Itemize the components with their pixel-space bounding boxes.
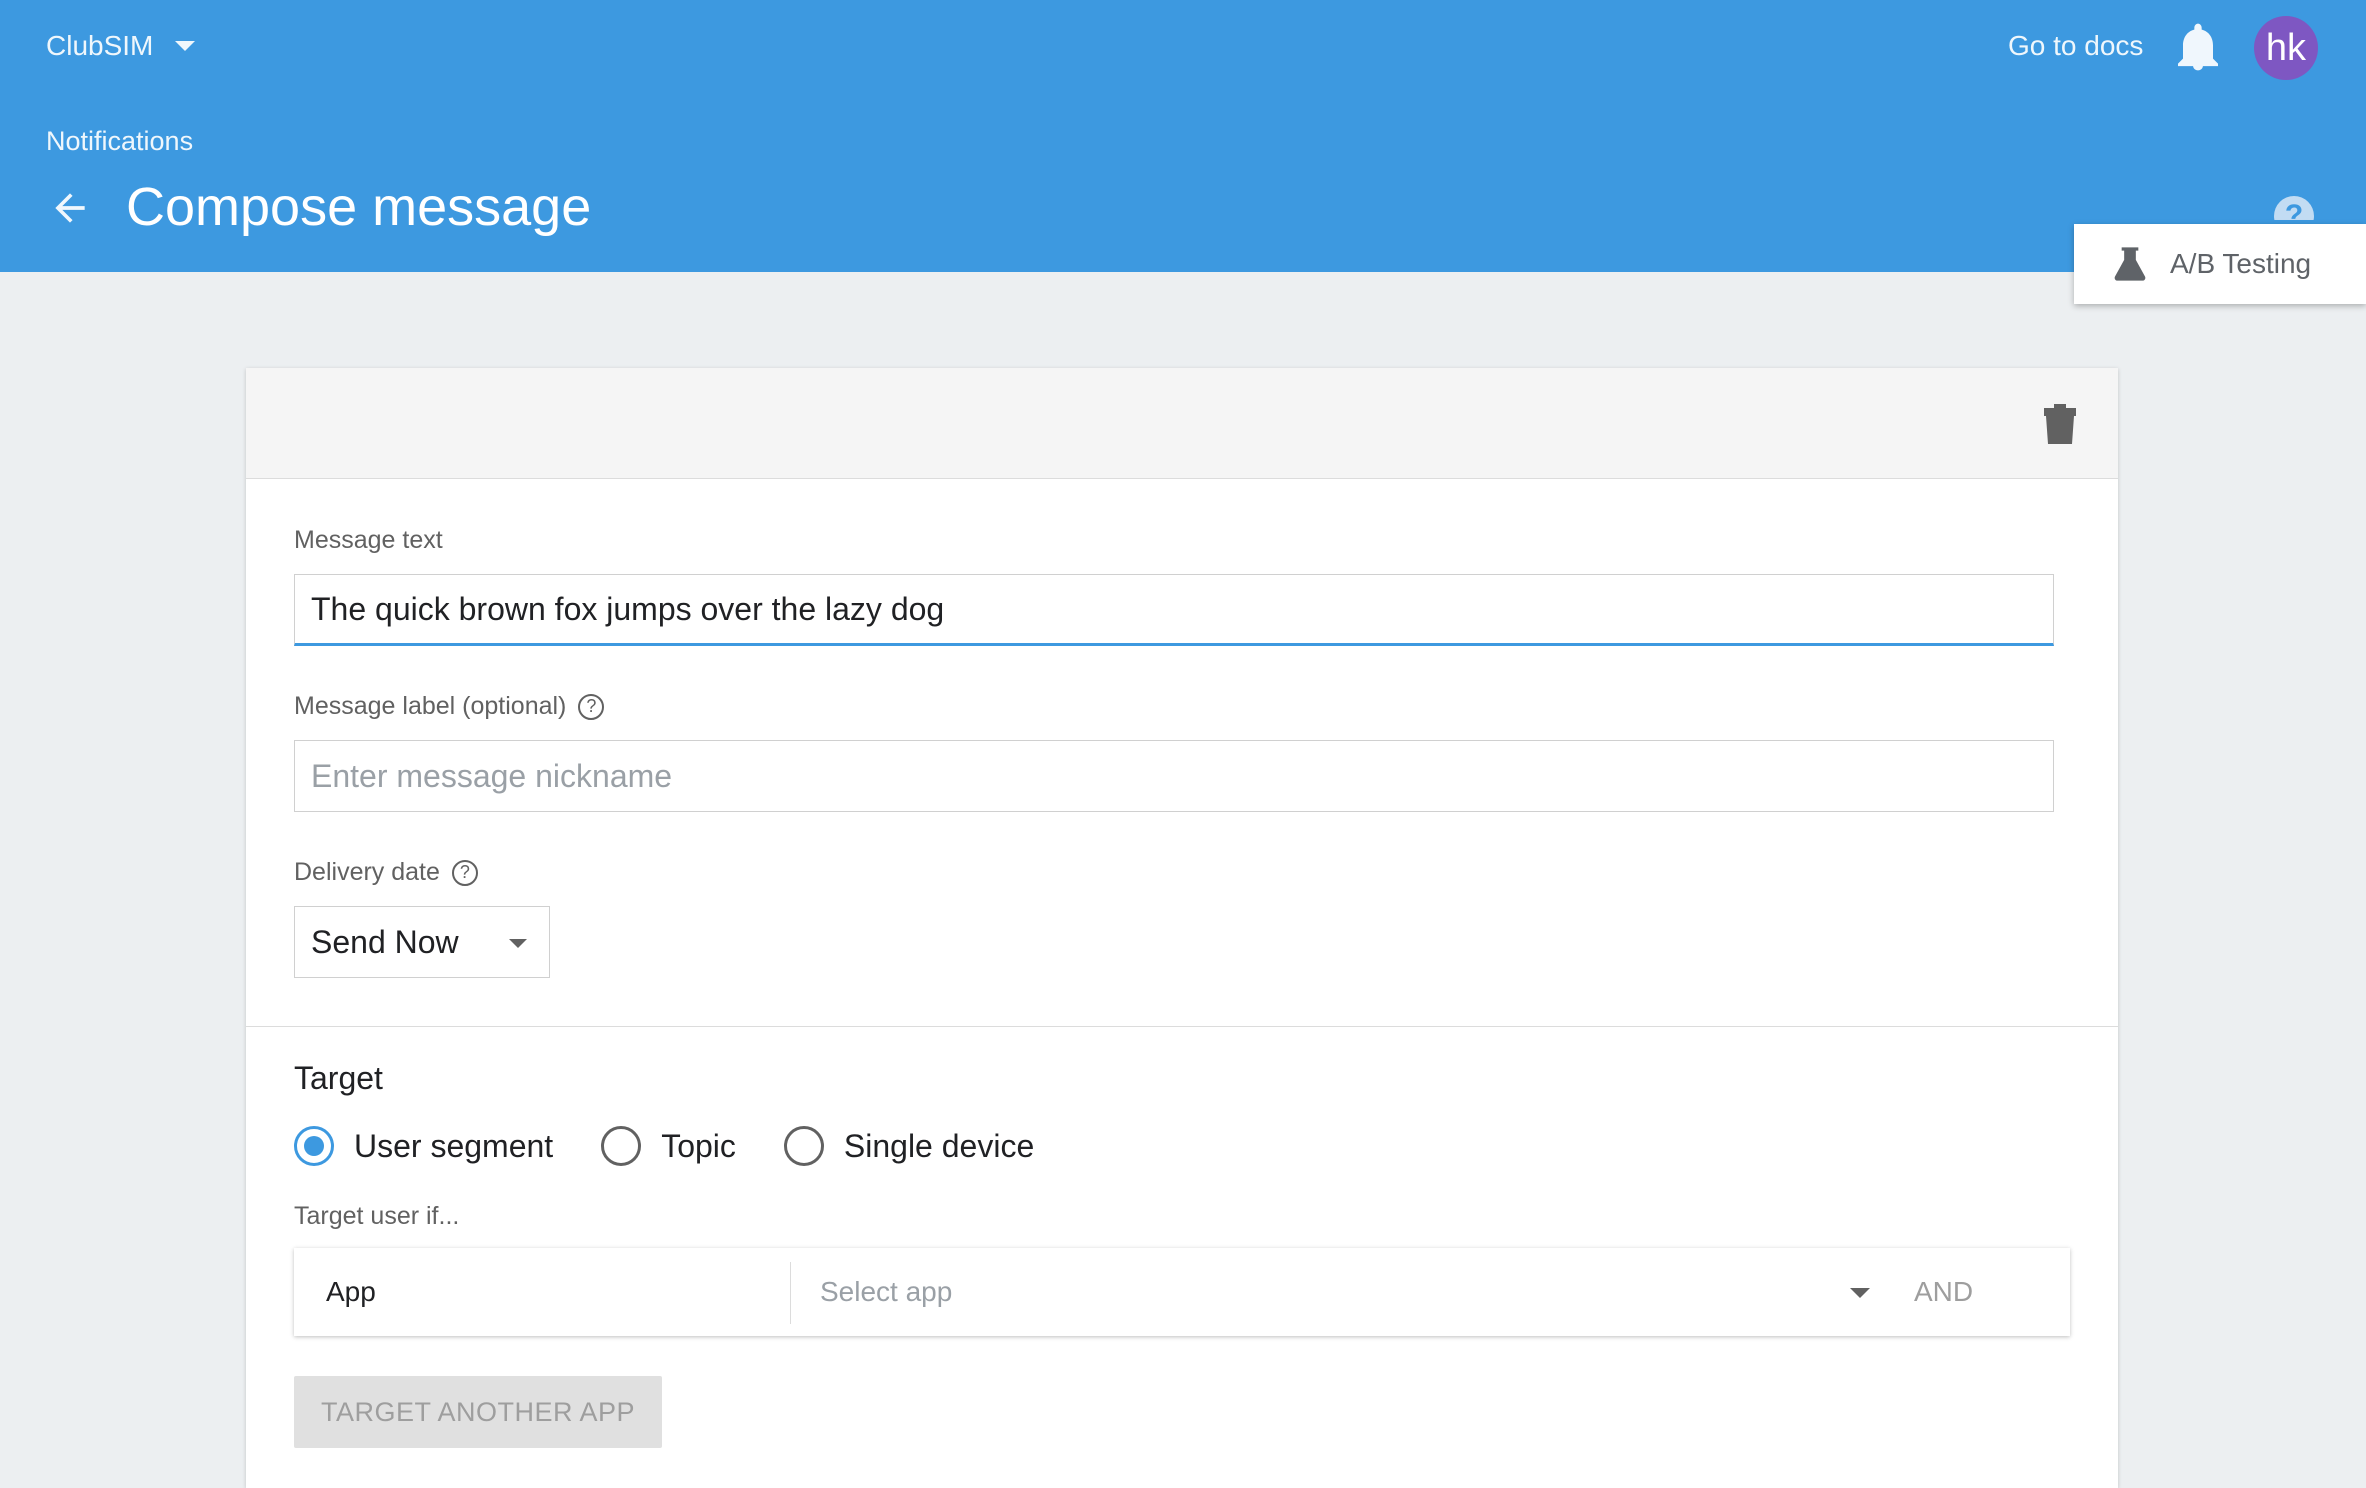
flask-icon <box>2114 247 2146 281</box>
message-label-label: Message label (optional) ? <box>294 692 605 721</box>
message-text-label: Message text <box>294 526 443 555</box>
radio-button[interactable] <box>601 1126 642 1166</box>
help-glyph: ? <box>2274 196 2314 220</box>
breadcrumb[interactable]: Notifications <box>46 126 193 157</box>
radio-single-device[interactable]: Single device <box>783 1126 1035 1166</box>
target-title: Target <box>294 1060 383 1096</box>
arrow-left-icon[interactable] <box>48 186 92 230</box>
radio-label: Topic <box>661 1127 736 1164</box>
condition-type: App <box>326 1276 376 1307</box>
card-header <box>246 368 2118 479</box>
ab-testing-label: A/B Testing <box>2170 248 2312 279</box>
radio-user-segment[interactable]: User segment <box>294 1126 553 1166</box>
cell-divider <box>790 1262 791 1324</box>
help-circle-icon[interactable]: ? <box>451 859 478 886</box>
avatar[interactable]: hk <box>2254 16 2318 80</box>
target-type-radio-group: User segment Topic Single device <box>294 1126 1082 1166</box>
compose-card: Message text Message label (optional) ? … <box>246 368 2118 1488</box>
radio-button[interactable] <box>783 1126 824 1166</box>
chevron-down-icon <box>175 41 196 51</box>
chevron-down-icon <box>509 939 527 948</box>
radio-button-checked[interactable] <box>294 1126 334 1166</box>
delivery-date-label-text: Delivery date <box>294 858 440 886</box>
delivery-date-select[interactable]: Send Now <box>294 906 550 978</box>
target-condition-row: App Select app AND <box>294 1248 2070 1336</box>
message-label-label-text: Message label (optional) <box>294 692 567 720</box>
project-name: ClubSIM <box>46 30 154 61</box>
bell-icon[interactable] <box>2178 22 2218 72</box>
ab-testing-button[interactable]: A/B Testing <box>2074 224 2366 304</box>
delivery-date-label: Delivery date ? <box>294 858 478 887</box>
radio-label: User segment <box>354 1127 554 1164</box>
project-selector[interactable]: ClubSIM <box>46 30 196 62</box>
chevron-down-icon[interactable] <box>1850 1288 1870 1298</box>
target-another-app-button[interactable]: TARGET ANOTHER APP <box>294 1376 662 1448</box>
trash-icon[interactable] <box>2042 402 2078 444</box>
section-divider <box>246 1026 2118 1027</box>
radio-topic[interactable]: Topic <box>601 1126 736 1166</box>
message-text-input[interactable] <box>294 574 2054 646</box>
app-header: ClubSIM Go to docs hk Notifications Comp… <box>0 0 2366 272</box>
message-text-label-text: Message text <box>294 526 443 554</box>
page-title: Compose message <box>126 177 592 237</box>
delivery-date-value: Send Now <box>311 923 459 960</box>
go-to-docs-link[interactable]: Go to docs <box>2008 30 2143 62</box>
radio-label: Single device <box>843 1127 1035 1164</box>
message-label-input[interactable] <box>294 740 2054 812</box>
select-app-dropdown[interactable]: Select app <box>820 1248 952 1336</box>
and-button[interactable]: AND <box>1914 1248 1973 1336</box>
help-circle-icon[interactable]: ? <box>578 693 605 720</box>
target-condition-text: Target user if... <box>294 1202 460 1230</box>
target-condition-label: Target user if... <box>294 1202 459 1231</box>
help-circle-icon[interactable]: ? <box>2274 196 2314 220</box>
